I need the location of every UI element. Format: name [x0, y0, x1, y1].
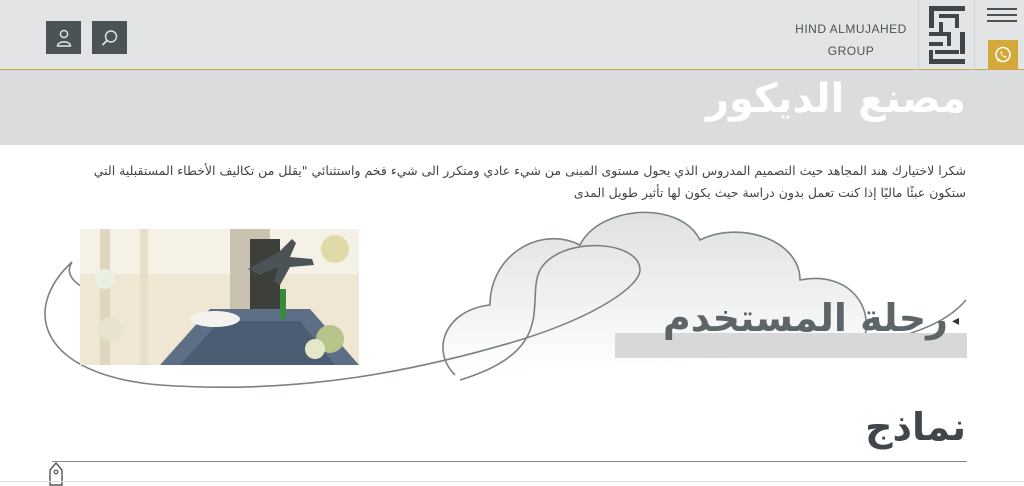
user-account-button[interactable]: [46, 21, 81, 54]
showroom-photo: [80, 229, 359, 365]
brand-name: HIND ALMUJAHED GROUP: [790, 18, 912, 62]
user-icon: [56, 29, 71, 47]
page-title: مصنع الديكور: [706, 76, 966, 122]
brand-name-line1: HIND ALMUJAHED: [795, 22, 907, 36]
tag-icon: [49, 462, 63, 486]
samples-divider: [52, 461, 967, 462]
intro-paragraph: شكرا لاختيارك هند المجاهد حيث التصميم ال…: [93, 163, 966, 200]
whatsapp-button[interactable]: [988, 40, 1018, 69]
search-button[interactable]: [92, 21, 127, 54]
page-bottom-divider: [0, 481, 1024, 482]
hamburger-menu-button[interactable]: [987, 4, 1017, 26]
hamburger-menu-icon: [987, 8, 1017, 10]
site-header: HIND ALMUJAHED GROUP: [0, 0, 1024, 70]
brand-logo[interactable]: [918, 0, 975, 70]
chevron-left-icon: ◂: [952, 313, 960, 329]
hamburger-line: [987, 14, 1017, 16]
journey-section-title: رحلة المستخدم: [662, 296, 948, 340]
brand-name-line2: GROUP: [827, 44, 875, 58]
search-icon: [101, 29, 117, 46]
page-banner: مصنع الديكور: [0, 70, 1024, 145]
whatsapp-icon: [995, 46, 1011, 62]
logo-mark-icon: [928, 6, 965, 64]
hamburger-line: [987, 20, 1017, 22]
samples-section-title: نماذج: [865, 405, 966, 449]
